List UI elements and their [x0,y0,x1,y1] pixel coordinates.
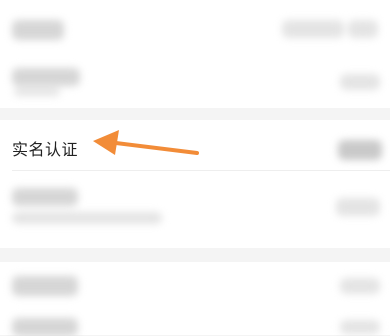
left-pointing-arrow-icon [93,130,199,155]
